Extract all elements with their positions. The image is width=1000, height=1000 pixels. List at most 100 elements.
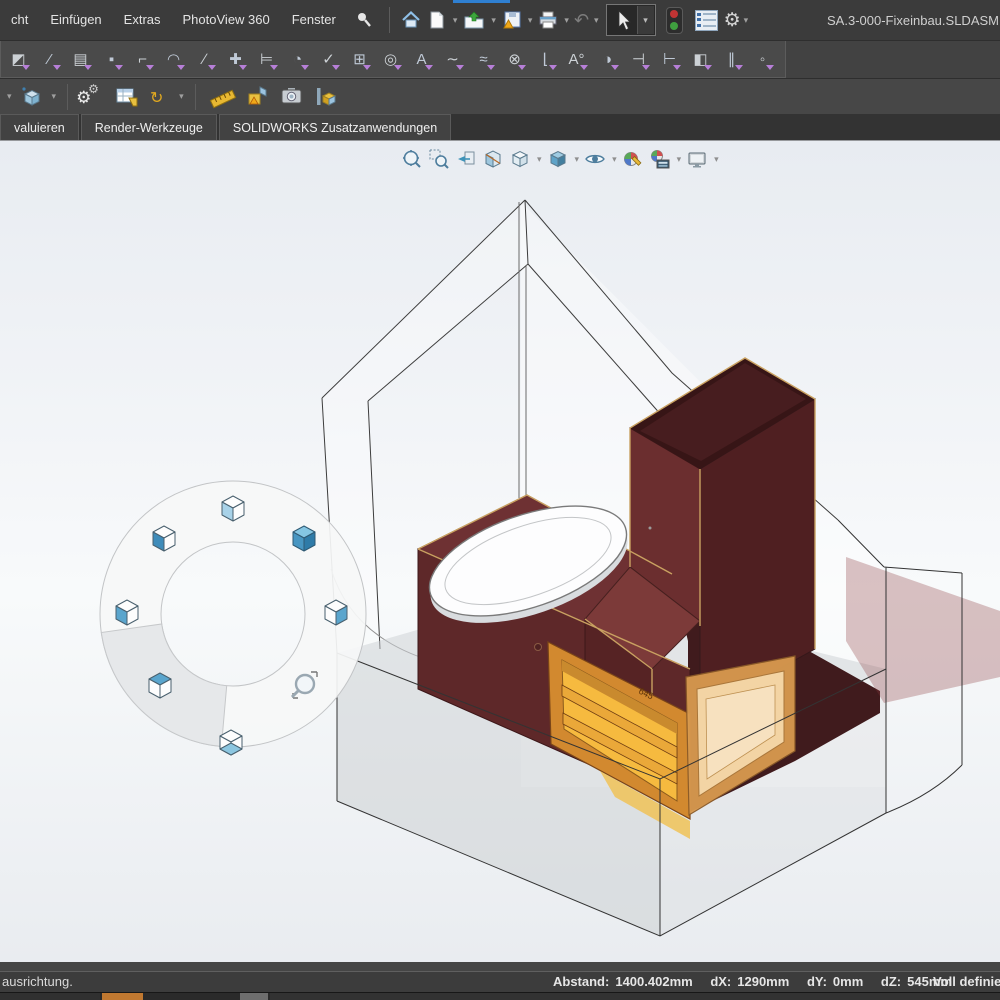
view-orientation-icon[interactable] — [509, 148, 531, 170]
filter-datum-targets[interactable]: ⌊ — [530, 43, 561, 75]
filter-funnel-icon — [549, 65, 557, 70]
lock-keyhole[interactable] — [535, 644, 542, 651]
wheel-view-bottom[interactable] — [220, 730, 242, 755]
hide-show-items-dropdown[interactable]: ▾ — [612, 154, 617, 165]
wheel-view-back[interactable] — [222, 496, 244, 521]
apply-scene-dropdown[interactable]: ▾ — [677, 154, 682, 165]
rebuild-list-icon[interactable] — [695, 10, 718, 31]
edit-appearance-icon[interactable] — [622, 148, 644, 170]
motion-study-icon[interactable]: ↻ — [144, 82, 176, 112]
open-dropdown[interactable]: ▾ — [491, 15, 496, 26]
interference-detection-icon[interactable] — [242, 82, 276, 112]
filter-funnel-icon — [53, 65, 61, 70]
save-dropdown[interactable]: ▾ — [528, 15, 533, 26]
motion-study-dropdown[interactable]: ▾ — [179, 91, 184, 102]
open-button[interactable] — [460, 5, 488, 35]
view-orientation-wheel[interactable] — [100, 481, 366, 755]
print-dropdown[interactable]: ▾ — [564, 15, 569, 26]
filter-protractor[interactable]: ◔ — [282, 43, 313, 75]
menu-item[interactable]: Extras — [113, 0, 172, 40]
filter-annotations[interactable]: ⊞ — [344, 43, 375, 75]
filter-edges[interactable]: ∕ — [189, 43, 220, 75]
zoom-to-area-icon[interactable] — [428, 148, 450, 170]
toolbar-overflow-dropdown[interactable]: ▾ — [7, 91, 12, 102]
options-gear-icon[interactable]: ⚙ — [724, 9, 741, 32]
assembly-visualization-icon[interactable] — [310, 82, 344, 112]
display-states-icon[interactable] — [666, 7, 683, 34]
filter-splines[interactable]: ∼ — [437, 43, 468, 75]
assembly-toolbar-row: ▾ ▾ ⚙⚙ ↻ ▾ — [0, 78, 1000, 114]
print-button[interactable] — [535, 5, 561, 35]
wheel-view-isometric[interactable] — [293, 526, 315, 551]
filter-connector-left[interactable]: ⊣ — [623, 43, 654, 75]
view-settings-icon[interactable] — [686, 148, 708, 170]
undo-button[interactable]: ↶ — [572, 10, 591, 31]
select-tool-button[interactable]: ▾ — [606, 4, 656, 36]
view-orientation-dropdown[interactable]: ▾ — [537, 154, 542, 165]
pin-menubar-icon[interactable] — [353, 9, 375, 31]
home-button[interactable] — [398, 5, 424, 35]
select-tool-dropdown[interactable]: ▾ — [637, 6, 654, 34]
snapshot-icon[interactable] — [276, 82, 310, 112]
filter-section-lines[interactable]: ∥ — [716, 43, 747, 75]
filter-reference-planes[interactable]: ⊨ — [251, 43, 282, 75]
display-style-dropdown[interactable]: ▾ — [575, 154, 580, 165]
exploded-view-icon[interactable] — [15, 82, 49, 112]
new-document-dropdown[interactable]: ▾ — [453, 15, 458, 26]
filter-magnifier[interactable]: ◎ — [375, 43, 406, 75]
filter-angle-dimensions[interactable]: A° — [561, 43, 592, 75]
menu-item[interactable]: Einfügen — [39, 0, 112, 40]
undo-dropdown[interactable]: ▾ — [594, 15, 599, 26]
filter-connector-right[interactable]: ⊢ — [654, 43, 685, 75]
commandmanager-tabs: valuierenRender-WerkzeugeSOLIDWORKS Zusa… — [0, 114, 1000, 140]
section-view-icon[interactable] — [482, 148, 504, 170]
zoom-to-fit-icon[interactable] — [401, 148, 423, 170]
wheel-view-top[interactable] — [149, 673, 171, 698]
graphics-viewport[interactable]: ▾ ▾ ▾ ▾ ▾ — [0, 140, 1000, 962]
filter-funnel-icon — [425, 65, 433, 70]
taskbar-active-app[interactable] — [102, 993, 143, 1000]
assembly-settings-icon[interactable]: ⚙⚙ — [76, 84, 110, 110]
taskbar-app[interactable] — [240, 993, 268, 1000]
options-dropdown[interactable]: ▾ — [744, 15, 749, 26]
wheel-view-front[interactable] — [153, 526, 175, 551]
exploded-view-dropdown[interactable]: ▾ — [52, 91, 57, 102]
apply-scene-icon[interactable] — [649, 148, 671, 170]
filter-arcs[interactable]: ◠ — [158, 43, 189, 75]
menu-item[interactable]: PhotoView 360 — [172, 0, 281, 40]
commandmanager-tab[interactable]: valuieren — [0, 114, 79, 140]
menu-item[interactable]: Fenster — [281, 0, 347, 40]
filter-vertices[interactable]: ▪ — [96, 43, 127, 75]
save-button[interactable] — [499, 5, 525, 35]
window-title: SA.3-000-Fixeinbau.SLDASM — [827, 13, 1000, 28]
menu-item[interactable]: cht — [0, 0, 39, 40]
model-scene[interactable]: 645 — [0, 141, 1000, 963]
filter-verify[interactable]: ✓ — [313, 43, 344, 75]
hide-show-items-icon[interactable] — [584, 148, 606, 170]
display-style-icon[interactable] — [547, 148, 569, 170]
filter-origins[interactable]: ✚ — [220, 43, 251, 75]
commandmanager-tab[interactable]: SOLIDWORKS Zusatzanwendungen — [219, 114, 451, 140]
filter-sketch-segments[interactable]: ⁄ — [34, 43, 65, 75]
bill-of-materials-icon[interactable] — [110, 82, 144, 112]
wheel-view-left[interactable] — [116, 600, 138, 625]
filter-surface-bodies[interactable]: ◧ — [685, 43, 716, 75]
filter-coils[interactable]: ≈ — [468, 43, 499, 75]
filter-funnel-icon — [766, 65, 774, 70]
measure-icon[interactable] — [204, 82, 242, 112]
wheel-view-right[interactable] — [325, 600, 347, 625]
filter-exclude[interactable]: ⊗ — [499, 43, 530, 75]
filter-centroids[interactable]: ◑ — [592, 43, 623, 75]
new-document-button[interactable] — [424, 5, 450, 35]
commandmanager-tab[interactable]: Render-Werkzeuge — [81, 114, 217, 140]
previous-view-icon[interactable] — [455, 148, 477, 170]
filter-funnel-icon — [84, 65, 92, 70]
filter-sketch-contour[interactable]: ⌐ — [127, 43, 158, 75]
taskbar-sliver — [0, 992, 1000, 1000]
filter-points[interactable]: ◦ — [747, 43, 778, 75]
filter-solid-bodies[interactable]: ◩ — [3, 43, 34, 75]
filter-faces[interactable]: ▤ — [65, 43, 96, 75]
filter-notes[interactable]: A — [406, 43, 437, 75]
dy-value: 0mm — [833, 974, 863, 989]
view-settings-dropdown[interactable]: ▾ — [714, 154, 719, 165]
